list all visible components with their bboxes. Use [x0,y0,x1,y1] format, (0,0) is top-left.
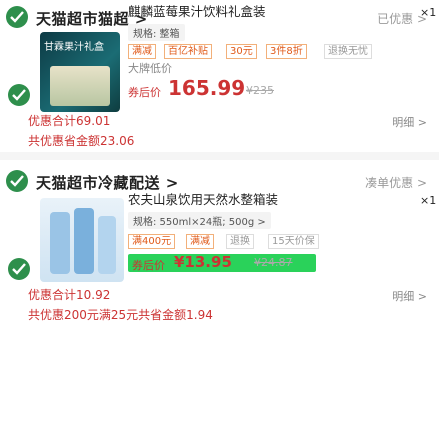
product-spec[interactable]: 规格: 550ml×24瓶; 500g > [128,212,271,229]
tag-3: 退换 [226,234,254,249]
product-thumbnail[interactable]: 甘霖果汁礼盒 [40,32,120,112]
store-name[interactable]: 天猫超市冷藏配送 > [36,172,179,193]
store-divider [0,152,439,160]
tag-1: 满减 [128,44,156,59]
product-title[interactable]: 农夫山泉饮用天然水整箱装 [128,192,412,208]
item-check-icon[interactable] [8,258,30,280]
store-check-icon[interactable] [6,6,28,28]
price-strike: ¥235 [246,84,274,97]
price-badge: 券后价 [132,259,165,272]
tag-1: 满400元 [128,234,176,249]
product-price: ¥13.95 [174,253,232,271]
item-check-icon[interactable] [8,84,30,106]
tag-5: 退换无忧 [324,44,372,59]
product-qty: ×1 [420,6,437,19]
sub-line: 大牌低价 [128,62,172,75]
thumb-bottle-2 [74,208,94,274]
product-qty: ×1 [420,194,437,207]
thumb-bottle-3 [98,216,116,274]
store-promo-link[interactable]: 凑单优惠 > [365,174,427,191]
promo-line: 共优惠200元满25元共省金额1.94 [28,308,213,322]
product-thumbnail[interactable] [40,198,124,282]
price-badge: 券后价 [128,86,161,99]
estimate-total: 优惠合计69.01 [28,114,111,128]
product-price: 165.99 [168,76,246,100]
product-spec[interactable]: 规格: 整箱 [128,24,185,41]
product-title[interactable]: 麒麟蓝莓果汁饮料礼盒装 [128,4,412,20]
thumb-brand-label: 甘霖果汁礼盒 [44,42,104,53]
tag-4: 3件8折 [266,44,307,59]
price-strike: ¥24.87 [254,256,293,269]
estimate-total: 优惠合计10.92 [28,288,111,302]
store-check-icon[interactable] [6,170,28,192]
tag-2: 满减 [186,234,214,249]
tag-2: 百亿补贴 [164,44,212,59]
tag-3: 30元 [226,44,257,59]
thumb-bottle-1 [50,212,70,274]
detail-link[interactable]: 明细 > [392,288,427,304]
promo-line: 共优惠省金额23.06 [28,134,135,148]
tag-4: 15天价保 [268,234,319,249]
thumb-bottles [50,66,110,106]
detail-link[interactable]: 明细 > [392,114,427,130]
